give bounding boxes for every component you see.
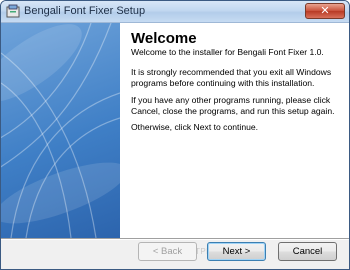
title-bar[interactable]: Bengali Font Fixer Setup ✕ xyxy=(1,1,349,23)
content-panel: Welcome Welcome to the installer for Ben… xyxy=(120,23,349,238)
page-title: Welcome xyxy=(131,30,197,47)
setup-icon xyxy=(6,4,20,18)
cancel-instructions-paragraph: If you have any other programs running, … xyxy=(131,95,335,116)
footer-separator xyxy=(1,238,349,240)
close-button[interactable]: ✕ xyxy=(305,3,345,19)
close-icon: ✕ xyxy=(320,4,330,17)
welcome-paragraph: Welcome to the installer for Bengali Fon… xyxy=(131,47,324,57)
banner-swirl-graphic xyxy=(1,23,120,238)
sidebar-banner xyxy=(1,23,120,238)
continue-paragraph: Otherwise, click Next to continue. xyxy=(131,122,259,132)
recommendation-paragraph: It is strongly recommended that you exit… xyxy=(131,67,332,88)
setup-window: Bengali Font Fixer Setup ✕ Welcome Welco… xyxy=(0,0,350,270)
window-title: Bengali Font Fixer Setup xyxy=(24,5,146,17)
back-button[interactable]: < Back xyxy=(138,242,197,261)
next-button[interactable]: Next > xyxy=(207,242,266,261)
cancel-button[interactable]: Cancel xyxy=(278,242,337,261)
